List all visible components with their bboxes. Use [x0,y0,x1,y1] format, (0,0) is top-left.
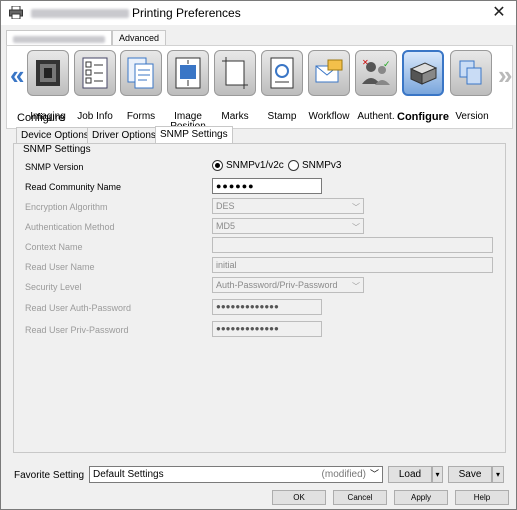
chevron-down-icon: ﹀ [352,223,360,232]
snmp-version-label: SNMP Version [25,162,84,172]
imaging-icon [27,50,69,96]
toolbar-configure[interactable] [402,50,444,106]
toolbar-marks[interactable] [214,50,256,106]
save-button[interactable]: Save [448,466,492,483]
tab-snmp-settings[interactable]: SNMP Settings [155,126,233,144]
security-level-value: Auth-Password/Priv-Password [216,280,338,290]
svg-text:✕: ✕ [362,58,369,67]
radio-circle-unselected [288,160,299,171]
radio-label-snmpv3: SNMPv3 [302,160,342,171]
favorite-setting-value: Default Settings [93,469,164,480]
priv-password-label: Read User Priv-Password [25,325,129,335]
toolbar-job-info[interactable] [74,50,116,106]
chevron-down-icon: ﹀ [352,203,360,212]
tab-label-redacted [13,36,105,43]
cancel-button[interactable]: Cancel [333,490,387,505]
printer-name-redacted [31,9,129,18]
marks-icon [214,50,256,96]
radio-snmpv1-v2c[interactable]: SNMPv1/v2c [212,160,284,171]
title-bar: Printing Preferences ✕ [1,1,516,25]
printing-preferences-window: Printing Preferences ✕ Advanced « Imagin… [0,0,517,510]
radio-label-snmpv1-v2c: SNMPv1/v2c [226,160,284,171]
help-button[interactable]: Help [455,490,509,505]
context-name-input[interactable] [212,237,493,253]
favorite-setting-select[interactable]: Default Settings (modified) ﹀ [89,466,383,483]
toolbar-stamp[interactable] [261,50,303,106]
authentication-method-value: MD5 [216,221,236,231]
workflow-icon [308,50,350,96]
security-level-select[interactable]: Auth-Password/Priv-Password ﹀ [212,277,364,293]
scroll-right-arrow-icon[interactable]: » [498,60,512,90]
tab-printer-model[interactable] [6,30,112,46]
image-position-icon [167,50,209,96]
priv-password-input[interactable]: ●●●●●●●●●●●●● [212,321,322,337]
window-title: Printing Preferences [132,6,241,20]
context-name-label: Context Name [25,242,83,252]
ok-button[interactable]: OK [272,490,326,505]
apply-button[interactable]: Apply [394,490,448,505]
encryption-algorithm-select[interactable]: DES ﹀ [212,198,364,214]
read-community-label: Read Community Name [25,182,122,192]
toolbar-imaging[interactable] [27,50,69,106]
save-dropdown-button[interactable]: ▾ [492,466,504,483]
printer-icon [9,6,23,19]
security-level-label: Security Level [25,282,82,292]
job-info-icon [74,50,116,96]
chevron-down-icon: ﹀ [352,282,360,291]
authentication-method-select[interactable]: MD5 ﹀ [212,218,364,234]
encryption-algorithm-label: Encryption Algorithm [25,202,108,212]
radio-snmpv3[interactable]: SNMPv3 [288,160,341,171]
close-icon[interactable]: ✕ [488,2,510,24]
toolbar-authentication[interactable]: ✕ ✓ [355,50,397,106]
configure-icon [402,50,444,96]
toolbar-image-position[interactable] [167,50,209,106]
toolbar-forms[interactable] [120,50,162,106]
load-dropdown-button[interactable]: ▾ [432,466,443,483]
top-tab-row: Advanced [6,30,167,46]
svg-text:✓: ✓ [383,60,391,70]
version-icon [450,50,492,96]
encryption-algorithm-value: DES [216,201,235,211]
configure-heading: Configure [17,112,65,124]
radio-circle-selected [212,160,223,171]
scroll-left-arrow-icon[interactable]: « [10,60,24,90]
read-community-input[interactable]: ●●●●●● [212,178,322,194]
authentication-icon: ✕ ✓ [355,50,397,96]
favorite-setting-label: Favorite Setting [14,470,85,481]
tab-driver-options[interactable]: Driver Options [87,127,161,144]
toolbar-workflow[interactable] [308,50,350,106]
toolbar-label-version: Version [455,111,489,122]
load-button[interactable]: Load [388,466,432,483]
auth-password-input[interactable]: ●●●●●●●●●●●●● [212,299,322,315]
forms-icon [120,50,162,96]
toolbar-version[interactable] [450,50,492,106]
tab-advanced[interactable]: Advanced [112,30,167,46]
stamp-icon [261,50,303,96]
feature-toolbar: « Imaging Job Info Forms Image Marks Sta… [6,45,513,132]
auth-password-label: Read User Auth-Password [25,303,132,313]
chevron-down-icon: ﹀ [369,469,379,479]
save-button-label: Save [458,469,482,480]
authentication-method-label: Authentication Method [25,222,115,232]
snmp-settings-heading: SNMP Settings [23,144,91,155]
load-button-label: Load [398,469,422,480]
read-user-name-label: Read User Name [25,262,95,272]
tab-device-options[interactable]: Device Options [16,127,94,144]
favorite-modified-text: (modified) [321,469,366,480]
read-user-name-input[interactable]: initial [212,257,493,273]
